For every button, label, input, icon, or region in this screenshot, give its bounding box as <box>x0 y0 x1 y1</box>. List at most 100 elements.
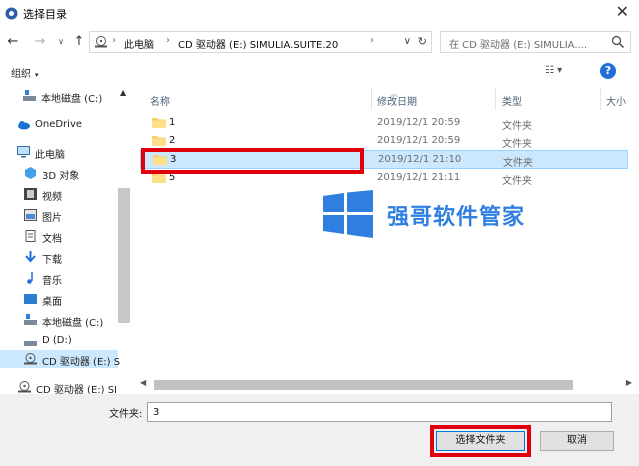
sidebar-item-cd-drive-e-root[interactable]: CD 驱动器 (E:) SI <box>0 378 131 394</box>
file-date: 2019/12/1 20:59 <box>377 117 461 128</box>
documents-icon <box>25 230 36 242</box>
sidebar-item-label: 此电脑 <box>35 150 65 161</box>
sidebar-item-this-pc[interactable]: 此电脑 <box>0 143 131 161</box>
recent-locations-chevron-icon[interactable]: ∨ <box>52 32 70 52</box>
highlight-box-select-button <box>430 425 531 457</box>
downloads-icon <box>25 251 36 263</box>
cd-drive-icon <box>95 36 107 48</box>
sidebar-item-videos[interactable]: 视频 <box>0 185 131 203</box>
refresh-icon[interactable]: ↻ <box>418 35 427 48</box>
organize-button[interactable]: 组织 ▾ <box>11 65 39 80</box>
file-date: 2019/12/1 20:59 <box>377 135 461 146</box>
sidebar-item-3d-objects[interactable]: 3D 对象 <box>0 164 131 182</box>
file-type: 文件夹 <box>502 139 532 150</box>
app-icon <box>5 7 18 20</box>
forward-arrow-icon[interactable]: → <box>31 32 49 52</box>
folder-icon <box>152 118 166 128</box>
breadcrumb-separator[interactable]: › <box>166 35 170 46</box>
folder-icon <box>152 136 166 146</box>
sidebar-item-label: 音乐 <box>42 276 62 287</box>
sidebar-item-downloads[interactable]: 下载 <box>0 248 131 266</box>
sidebar-item-label: 3D 对象 <box>42 171 80 182</box>
drive-icon <box>24 341 37 346</box>
watermark-text: 强哥软件管家 <box>387 205 526 230</box>
sidebar-item-local-disk-c[interactable]: 本地磁盘 (C:) <box>0 87 131 105</box>
video-icon <box>24 188 37 200</box>
sidebar-item-drive-d[interactable]: D (D:) <box>0 332 131 350</box>
column-header-row: ︿ 名称 修改日期 类型 大小 <box>137 88 639 110</box>
help-icon[interactable]: ? <box>600 63 616 79</box>
horizontal-scrollbar-thumb[interactable] <box>154 380 573 390</box>
sidebar-item-cd-drive-e[interactable]: CD 驱动器 (E:) S <box>0 350 121 368</box>
3d-objects-icon <box>25 167 36 179</box>
file-type: 文件夹 <box>502 176 532 187</box>
sidebar-item-label: 桌面 <box>42 297 62 308</box>
file-type: 文件夹 <box>503 158 533 169</box>
column-header-size[interactable]: 大小 <box>606 93 626 108</box>
sidebar-item-label: D (D:) <box>42 335 72 346</box>
file-date: 2019/12/1 21:10 <box>378 154 462 165</box>
drive-icon <box>24 314 37 325</box>
sidebar-item-label: CD 驱动器 (E:) SI <box>36 385 118 394</box>
column-header-name[interactable]: 名称 <box>150 93 170 108</box>
sidebar-item-label: OneDrive <box>35 119 83 130</box>
breadcrumb-cd-drive[interactable]: CD 驱动器 (E:) SIMULIA.SUITE.20 <box>178 36 338 51</box>
cd-drive-icon <box>18 381 31 393</box>
cancel-button[interactable]: 取消 <box>540 431 614 451</box>
pc-icon <box>17 146 30 158</box>
column-header-type[interactable]: 类型 <box>502 93 522 108</box>
sidebar-item-label: 视频 <box>42 192 62 203</box>
folder-name-input[interactable] <box>147 402 612 422</box>
file-type: 文件夹 <box>502 121 532 132</box>
sidebar-item-label: CD 驱动器 (E:) S <box>42 357 121 368</box>
close-icon[interactable]: ✕ <box>616 2 629 21</box>
column-header-modified[interactable]: 修改日期 <box>377 93 417 108</box>
sidebar-item-pictures[interactable]: 图片 <box>0 206 131 224</box>
file-row[interactable]: 1 2019/12/1 20:59 文件夹 <box>140 114 628 133</box>
column-divider[interactable] <box>371 88 372 110</box>
folder-field-label: 文件夹: <box>109 409 143 420</box>
sidebar-scrollbar-thumb[interactable] <box>118 188 130 323</box>
sidebar-item-onedrive[interactable]: OneDrive <box>0 116 131 134</box>
pictures-icon <box>24 209 37 221</box>
music-icon <box>27 272 33 284</box>
sidebar-item-label: 文档 <box>42 234 62 245</box>
search-placeholder: 在 CD 驱动器 (E:) SIMULIA.... <box>449 40 588 51</box>
search-icon[interactable] <box>611 35 625 49</box>
breadcrumb-separator[interactable]: › <box>370 35 374 46</box>
file-date: 2019/12/1 21:11 <box>377 172 461 183</box>
address-dropdown-icon[interactable]: ∨ <box>404 36 411 47</box>
drive-icon <box>23 90 36 101</box>
address-bar[interactable]: › 此电脑 › CD 驱动器 (E:) SIMULIA.SUITE.20 › ∨… <box>89 31 432 53</box>
desktop-icon <box>24 294 37 304</box>
sidebar-item-desktop[interactable]: 桌面 <box>0 290 131 308</box>
search-box[interactable]: 在 CD 驱动器 (E:) SIMULIA.... <box>440 31 631 53</box>
sidebar-item-label: 下载 <box>42 255 62 266</box>
up-arrow-icon[interactable]: ↑ <box>70 32 88 52</box>
breadcrumb-this-pc[interactable]: 此电脑 <box>124 36 154 51</box>
sidebar-item-documents[interactable]: 文档 <box>0 227 131 245</box>
watermark: 强哥软件管家 <box>323 190 583 240</box>
breadcrumb-separator: › <box>112 35 116 46</box>
file-name: 1 <box>169 117 176 128</box>
sidebar-item-local-disk-c[interactable]: 本地磁盘 (C:) <box>0 311 131 329</box>
view-options-button[interactable]: ☷ ▾ <box>545 65 562 76</box>
highlight-box-folder-3 <box>141 148 364 174</box>
dialog-footer: 文件夹: 选择文件夹 取消 <box>0 394 639 466</box>
horizontal-scrollbar[interactable]: ◀ ▶ <box>138 378 635 392</box>
file-name: 2 <box>169 135 176 146</box>
title-bar: 选择目录 ✕ <box>0 0 639 28</box>
sidebar-item-label: 图片 <box>42 213 62 224</box>
back-arrow-icon[interactable]: ← <box>4 32 22 52</box>
window-title: 选择目录 <box>23 8 67 21</box>
scroll-right-icon[interactable]: ▶ <box>626 378 632 387</box>
sidebar-item-label: 本地磁盘 (C:) <box>42 318 104 329</box>
column-divider[interactable] <box>600 88 601 110</box>
windows-logo-icon <box>323 190 373 238</box>
column-divider[interactable] <box>495 88 496 110</box>
sidebar-scroll-up-icon[interactable]: ▲ <box>120 88 126 97</box>
scroll-left-icon[interactable]: ◀ <box>140 378 146 387</box>
sidebar-item-label: 本地磁盘 (C:) <box>41 94 103 105</box>
sidebar-item-music[interactable]: 音乐 <box>0 269 131 287</box>
organize-label: 组织 <box>11 69 31 80</box>
